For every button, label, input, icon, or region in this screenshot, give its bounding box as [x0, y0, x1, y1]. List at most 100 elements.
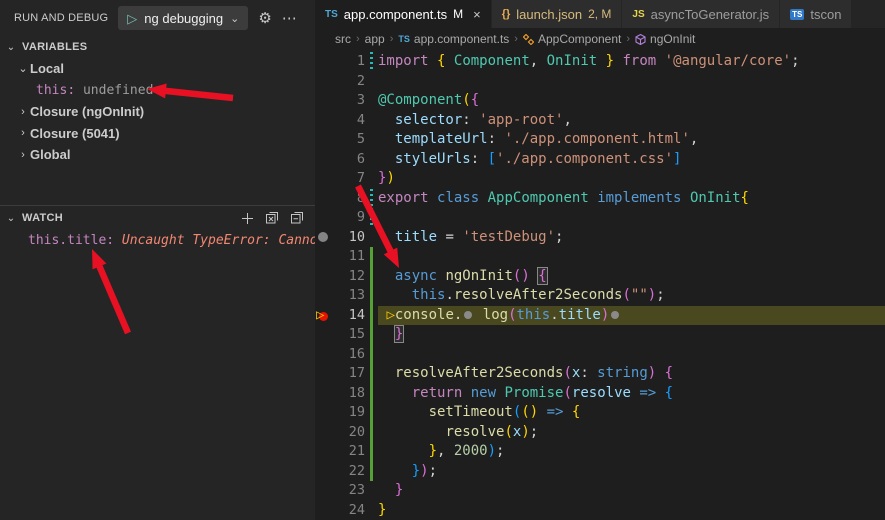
- variables-header[interactable]: ⌄ VARIABLES: [0, 36, 315, 58]
- line-number: 11: [333, 247, 365, 267]
- tab-tscon[interactable]: TStscon: [780, 0, 852, 28]
- gutter-glyph[interactable]: [315, 267, 333, 287]
- code-line-9[interactable]: 9: [315, 208, 885, 228]
- gutter-glyph[interactable]: [315, 325, 333, 345]
- code-line-21[interactable]: 21 }, 2000);: [315, 442, 885, 462]
- gutter-glyph[interactable]: [315, 442, 333, 462]
- variables-section: ⌄ VARIABLES ⌄Localthis: undefined›Closur…: [0, 36, 315, 205]
- variables-row[interactable]: ⌄Local: [0, 58, 315, 80]
- breadcrumb-item-app.component.ts[interactable]: TSapp.component.ts: [398, 32, 509, 46]
- gutter-glyph[interactable]: [315, 150, 333, 170]
- gutter-glyph[interactable]: [315, 364, 333, 384]
- code-line-22[interactable]: 22 });: [315, 462, 885, 482]
- code-line-4[interactable]: 4 selector: 'app-root',: [315, 111, 885, 131]
- start-debug-icon[interactable]: ▷: [127, 12, 137, 25]
- gutter-glyph[interactable]: [315, 481, 333, 501]
- breadcrumb-item-ngOnInit[interactable]: ngOnInit: [635, 32, 695, 46]
- code-line-12[interactable]: 12 async ngOnInit() {: [315, 267, 885, 287]
- code-line-16[interactable]: 16: [315, 345, 885, 365]
- watch-expression-text: this.title: Uncaught TypeError: Cannot …: [28, 233, 315, 248]
- token: OnInit: [690, 190, 741, 206]
- token: .: [550, 307, 558, 323]
- variables-row[interactable]: this: undefined: [0, 80, 315, 102]
- gutter-glyph[interactable]: [315, 111, 333, 131]
- gutter-glyph[interactable]: [315, 423, 333, 443]
- collapse-all-icon[interactable]: [289, 210, 305, 226]
- debug-config-dropdown[interactable]: ▷ ng debugging ⌄: [118, 6, 248, 30]
- close-icon[interactable]: ×: [473, 7, 481, 22]
- variables-row[interactable]: ›Closure (5041): [0, 123, 315, 145]
- gutter-glyph[interactable]: [315, 501, 333, 520]
- watch-expression-row[interactable]: this.title: Uncaught TypeError: Cannot …: [0, 230, 315, 252]
- breadcrumb-label: app.component.ts: [414, 32, 509, 46]
- line-number: 10: [333, 228, 365, 248]
- token: =: [437, 229, 462, 245]
- inline-breakpoint-dot[interactable]: [611, 311, 619, 319]
- gutter-glyph[interactable]: [315, 52, 333, 72]
- variables-row[interactable]: ›Closure (ngOnInit): [0, 101, 315, 123]
- current-line-breakpoint-icon[interactable]: ▷: [316, 308, 332, 324]
- breadcrumb-separator: ›: [514, 33, 518, 45]
- gutter-change: [365, 130, 378, 150]
- gutter-glyph[interactable]: [315, 189, 333, 209]
- token: [: [488, 151, 496, 167]
- breadcrumb-item-app[interactable]: app: [365, 32, 385, 46]
- code-text: [378, 247, 885, 267]
- add-expression-icon[interactable]: [239, 210, 255, 226]
- code-line-3[interactable]: 3@Component({: [315, 91, 885, 111]
- code-line-11[interactable]: 11: [315, 247, 885, 267]
- gutter-glyph[interactable]: [315, 91, 333, 111]
- gutter-glyph[interactable]: ▷: [315, 306, 333, 326]
- chevron-down-icon: ⌄: [16, 62, 30, 75]
- code-line-1[interactable]: 1import { Component, OnInit } from '@ang…: [315, 52, 885, 72]
- token: ;: [656, 287, 664, 303]
- gutter-glyph[interactable]: [315, 72, 333, 92]
- tab-asyncToGenerator.js[interactable]: JSasyncToGenerator.js: [622, 0, 780, 28]
- tab-launch.json[interactable]: {}launch.json2, M: [492, 0, 623, 28]
- line-number: 14: [333, 306, 365, 326]
- code-line-7[interactable]: 7}): [315, 169, 885, 189]
- code-line-2[interactable]: 2: [315, 72, 885, 92]
- token: setTimeout: [429, 404, 513, 420]
- gutter-glyph[interactable]: [315, 286, 333, 306]
- gutter-glyph[interactable]: [315, 247, 333, 267]
- gutter-glyph[interactable]: [315, 462, 333, 482]
- code-line-13[interactable]: 13 this.resolveAfter2Seconds("");: [315, 286, 885, 306]
- tab-modified-badge: M: [453, 7, 463, 21]
- gear-icon[interactable]: ⚙: [258, 9, 271, 27]
- code-line-8[interactable]: 8export class AppComponent implements On…: [315, 189, 885, 209]
- code-line-15[interactable]: 15 }: [315, 325, 885, 345]
- inline-breakpoint-dot[interactable]: [464, 311, 472, 319]
- remove-all-expressions-icon[interactable]: [264, 210, 280, 226]
- breadcrumb-item-src[interactable]: src: [335, 32, 351, 46]
- token: log: [483, 307, 508, 323]
- gutter-glyph[interactable]: [315, 403, 333, 423]
- gutter-glyph[interactable]: [315, 169, 333, 189]
- code-line-6[interactable]: 6 styleUrls: ['./app.component.css']: [315, 150, 885, 170]
- code-line-23[interactable]: 23 }: [315, 481, 885, 501]
- code-line-24[interactable]: 24}: [315, 501, 885, 520]
- code-line-5[interactable]: 5 templateUrl: './app.component.html',: [315, 130, 885, 150]
- token: title: [559, 307, 601, 323]
- gutter-glyph[interactable]: [315, 130, 333, 150]
- breadcrumb-label: ngOnInit: [650, 32, 695, 46]
- code-line-19[interactable]: 19 setTimeout(() => {: [315, 403, 885, 423]
- tab-app.component.ts[interactable]: TSapp.component.tsM×: [315, 0, 492, 28]
- code-line-14[interactable]: ▷14 ▷console. log(this.title): [315, 306, 885, 326]
- gutter-glyph[interactable]: [315, 208, 333, 228]
- breakpoint-icon[interactable]: [318, 232, 328, 242]
- javascript-file-icon: JS: [632, 9, 644, 20]
- watch-header[interactable]: ⌄ WATCH: [0, 206, 315, 230]
- token: [656, 385, 664, 401]
- code-line-18[interactable]: 18 return new Promise(resolve => {: [315, 384, 885, 404]
- code-line-20[interactable]: 20 resolve(x);: [315, 423, 885, 443]
- variables-row[interactable]: ›Global: [0, 144, 315, 166]
- gutter-glyph[interactable]: [315, 345, 333, 365]
- gutter-glyph[interactable]: [315, 384, 333, 404]
- more-actions-icon[interactable]: ⋯: [282, 9, 298, 27]
- code-editor[interactable]: 1import { Component, OnInit } from '@ang…: [315, 50, 885, 520]
- code-line-10[interactable]: 10 title = 'testDebug';: [315, 228, 885, 248]
- code-line-17[interactable]: 17 resolveAfter2Seconds(x: string) {: [315, 364, 885, 384]
- breakpoint-gutter[interactable]: [315, 228, 333, 248]
- breadcrumb-item-AppComponent[interactable]: AppComponent: [523, 32, 621, 46]
